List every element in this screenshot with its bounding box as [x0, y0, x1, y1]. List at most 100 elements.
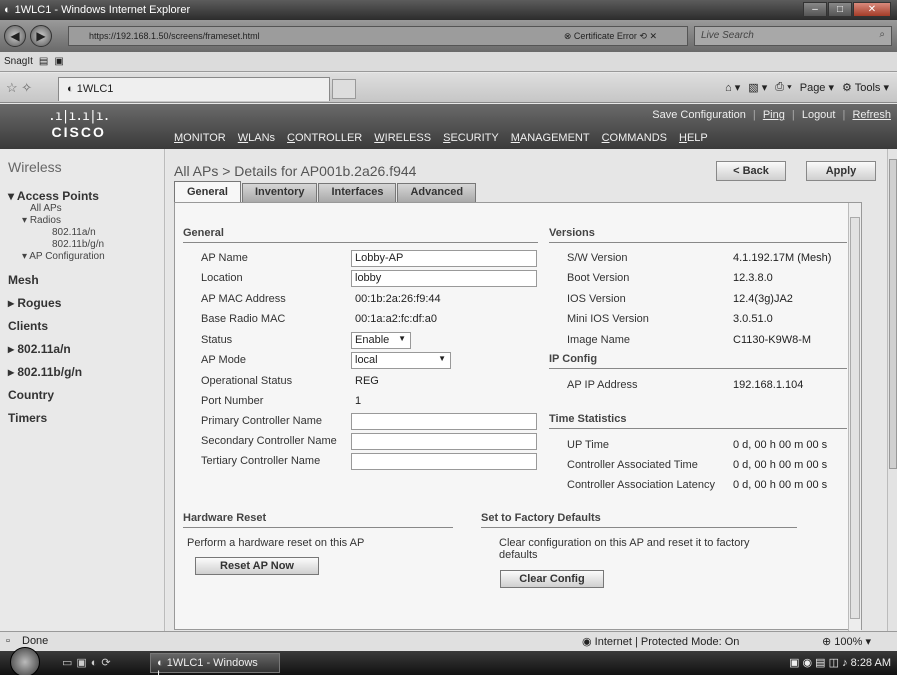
cisco-header: .ı|ı.ı|ı. CISCO Save Configuration | Pin… — [0, 104, 897, 149]
url-field[interactable]: https://192.168.1.50/screens/frameset.ht… — [68, 26, 688, 46]
menu-wireless[interactable]: WIRELESS — [374, 132, 431, 144]
nav-mesh[interactable]: Mesh — [8, 273, 164, 287]
ap-name-field[interactable]: Lobby-AP — [351, 250, 537, 267]
quick-launch[interactable]: ▭▣◐⟳ — [62, 656, 115, 669]
op-status-value: REG — [355, 375, 379, 387]
menu-wlans[interactable]: WLANs — [238, 132, 275, 144]
tab-interfaces[interactable]: Interfaces — [318, 183, 397, 202]
hardware-reset-desc: Perform a hardware reset on this AP — [187, 537, 365, 549]
secondary-controller-label: Secondary Controller Name — [201, 435, 337, 447]
main-menu: MONITOR WLANs CONTROLLER WIRELESS SECURI… — [174, 132, 720, 144]
maximize-button[interactable]: □ — [828, 2, 852, 17]
location-field[interactable]: lobby — [351, 270, 537, 287]
primary-controller-field[interactable] — [351, 413, 537, 430]
tertiary-controller-field[interactable] — [351, 453, 537, 470]
logout-link[interactable]: Logout — [802, 109, 836, 121]
tab-inventory[interactable]: Inventory — [241, 183, 318, 202]
back-button[interactable]: < Back — [716, 161, 786, 181]
tab-ie-icon: ◐ — [67, 83, 74, 95]
cisco-logo-bars: .ı|ı.ı|ı. — [48, 109, 110, 124]
tab-advanced[interactable]: Advanced — [397, 183, 477, 202]
menu-monitor[interactable]: MONITOR — [174, 132, 226, 144]
minimize-button[interactable]: – — [803, 2, 827, 17]
nav-80211bg[interactable]: ▸ 802.11b/g/n — [8, 365, 164, 379]
tools-menu[interactable]: ⚙ Tools ▾ — [842, 81, 889, 94]
port-label: Port Number — [201, 395, 264, 407]
menu-controller[interactable]: CONTROLLER — [287, 132, 362, 144]
ap-mode-select[interactable]: local ▼ — [351, 352, 451, 369]
start-button[interactable] — [10, 647, 40, 675]
factory-defaults-heading: Set to Factory Defaults — [481, 512, 797, 528]
page-scrollbar-thumb[interactable] — [889, 159, 897, 469]
menu-security[interactable]: SECURITY — [443, 132, 499, 144]
favorites-star-icon[interactable]: ☆ ✧ — [6, 80, 32, 96]
save-configuration-link[interactable]: Save Configuration — [652, 109, 746, 121]
taskbar-ie-window[interactable]: ◐ 1WLC1 - Windows I... — [150, 653, 280, 675]
print-icon[interactable]: ⎙ ▾ — [775, 81, 791, 94]
nav-access-points-label: Access Points — [16, 189, 99, 203]
search-icon[interactable]: ⌕ — [879, 29, 885, 40]
ios-version-label: IOS Version — [567, 293, 626, 305]
nav-timers[interactable]: Timers — [8, 411, 164, 425]
hardware-reset-heading: Hardware Reset — [183, 512, 453, 528]
mini-ios-value: 3.0.51.0 — [733, 313, 773, 325]
panel-scrollbar[interactable] — [848, 203, 861, 631]
nav-all-aps[interactable]: All APs — [8, 203, 164, 215]
panel-scrollbar-thumb[interactable] — [850, 217, 860, 619]
nav-ap-configuration-label: AP Configuration — [29, 251, 105, 262]
snagit-toolbar: SnagIt ▤ ▣ — [0, 52, 897, 72]
page-done-icon: ▫ — [6, 635, 10, 647]
browser-tab[interactable]: ◐ 1WLC1 — [58, 77, 330, 101]
windows-taskbar: ▭▣◐⟳ ◐ 1WLC1 - Windows I... ▣ ◉ ▤ ◫ ♪ 8:… — [0, 647, 897, 675]
left-nav: Wireless ▾ Access Points All APs ▾ Radio… — [0, 149, 165, 631]
snagit-button[interactable]: SnagIt — [4, 56, 33, 67]
snagit-edit-icon[interactable]: ▣ — [54, 56, 63, 67]
nav-radio-80211a[interactable]: 802.11a/n — [8, 227, 164, 239]
back-nav-button[interactable]: ◀ — [4, 25, 26, 47]
clock[interactable]: 8:28 AM — [851, 657, 891, 669]
window-titlebar: ◐ 1WLC1 - Windows Internet Explorer – □ … — [0, 0, 897, 20]
primary-controller-label: Primary Controller Name — [201, 415, 323, 427]
secondary-controller-field[interactable] — [351, 433, 537, 450]
clear-config-button[interactable]: Clear Config — [500, 570, 604, 588]
reset-ap-button[interactable]: Reset AP Now — [195, 557, 319, 575]
apply-button[interactable]: Apply — [806, 161, 876, 181]
ap-ip-label: AP IP Address — [567, 379, 638, 391]
browser-tabbar: ☆ ✧ ◐ 1WLC1 ⌂ ▾ ▧ ▾ ⎙ ▾ Page ▾ ⚙ Tools ▾ — [0, 73, 897, 103]
refresh-link[interactable]: Refresh — [852, 109, 891, 121]
nav-access-points[interactable]: ▾ Access Points — [8, 189, 164, 203]
certificate-error[interactable]: ⊗ Certificate Error ⟲ ✕ — [564, 31, 657, 42]
menu-management[interactable]: MANAGEMENT — [511, 132, 590, 144]
nav-rogues[interactable]: ▸ Rogues — [8, 296, 164, 310]
home-icon[interactable]: ⌂ ▾ — [725, 81, 740, 94]
image-name-value: C1130-K9W8-M — [733, 334, 812, 346]
cisco-logo-text: CISCO — [51, 124, 106, 140]
feeds-icon[interactable]: ▧ ▾ — [748, 81, 767, 94]
radio-mac-label: Base Radio MAC — [201, 313, 286, 325]
menu-commands[interactable]: COMMANDS — [602, 132, 667, 144]
forward-nav-button[interactable]: ▶ — [30, 25, 52, 47]
snagit-capture-icon[interactable]: ▤ — [39, 56, 48, 67]
nav-clients[interactable]: Clients — [8, 319, 164, 333]
tab-general[interactable]: General — [174, 181, 241, 202]
nav-radio-80211bg[interactable]: 802.11b/g/n — [8, 239, 164, 251]
new-tab-button[interactable] — [332, 79, 356, 99]
radio-mac-value: 00:1a:a2:fc:df:a0 — [355, 313, 437, 325]
zoom-level[interactable]: ⊕ 100% ▾ — [822, 635, 871, 648]
status-select[interactable]: Enable ▼ — [351, 332, 411, 349]
status-done: Done — [22, 635, 49, 647]
nav-ap-configuration[interactable]: ▾ AP Configuration — [8, 251, 164, 263]
nav-radios[interactable]: ▾ Radios — [8, 215, 164, 227]
nav-80211a[interactable]: ▸ 802.11a/n — [8, 342, 164, 356]
address-bar: ◀ ▶ https://192.168.1.50/screens/framese… — [0, 20, 897, 52]
search-input[interactable]: Live Search ⌕ — [694, 26, 892, 46]
menu-help[interactable]: HELP — [679, 132, 708, 144]
certificate-error-label: Certificate Error — [573, 30, 637, 41]
page-menu[interactable]: Page ▾ — [800, 81, 834, 94]
page-scrollbar[interactable] — [887, 149, 897, 631]
time-stats-heading: Time Statistics — [549, 413, 847, 429]
nav-country[interactable]: Country — [8, 388, 164, 402]
ping-link[interactable]: Ping — [763, 109, 785, 121]
close-button[interactable]: ✕ — [853, 2, 891, 17]
taskbar-item-label: 1WLC1 - Windows I... — [157, 657, 258, 675]
